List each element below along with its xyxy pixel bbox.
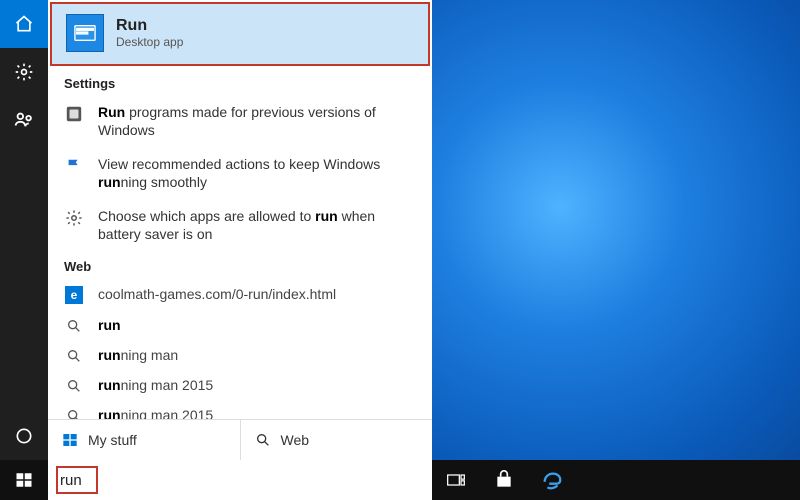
result-text: running man 2015 — [98, 376, 416, 394]
edge-icon: e — [64, 286, 84, 304]
taskbar-search-box[interactable] — [48, 460, 432, 500]
result-text: running man 2015 — [98, 406, 416, 419]
taskbar-app-edge[interactable] — [528, 460, 576, 500]
sidebar-home-button[interactable] — [0, 0, 48, 48]
result-text: coolmath-games.com/0-run/index.html — [98, 285, 416, 303]
section-header-settings: Settings — [48, 68, 432, 95]
best-match-text: Run Desktop app — [116, 17, 183, 49]
task-view-icon — [446, 472, 466, 488]
web-result[interactable]: running man — [48, 340, 432, 370]
gear-icon — [64, 209, 84, 227]
search-icon — [255, 432, 271, 448]
edge-icon — [541, 469, 563, 491]
task-view-button[interactable] — [432, 460, 480, 500]
home-icon — [14, 14, 34, 34]
store-icon — [494, 470, 514, 490]
result-text: View recommended actions to keep Windows… — [98, 155, 416, 191]
filter-label: My stuff — [88, 432, 137, 448]
sidebar-settings-button[interactable] — [0, 48, 48, 96]
taskbar — [0, 460, 800, 500]
best-match-subtitle: Desktop app — [116, 35, 183, 49]
filter-my-stuff[interactable]: My stuff — [48, 420, 240, 460]
search-results-panel: Run Desktop app Settings Run programs ma… — [48, 0, 432, 460]
taskbar-app-store[interactable] — [480, 460, 528, 500]
start-button[interactable] — [0, 460, 48, 500]
result-text: run — [98, 316, 416, 334]
sidebar-feedback-button[interactable] — [0, 96, 48, 144]
search-input[interactable] — [58, 471, 422, 490]
gear-icon — [14, 62, 34, 82]
result-text: running man — [98, 346, 416, 364]
result-text: Choose which apps are allowed to run whe… — [98, 207, 416, 243]
search-icon — [64, 348, 84, 364]
filter-web[interactable]: Web — [240, 420, 433, 460]
program-compat-icon — [64, 105, 84, 123]
flag-icon — [64, 157, 84, 175]
web-result[interactable]: e coolmath-games.com/0-run/index.html — [48, 278, 432, 310]
search-filters: My stuff Web — [48, 419, 432, 460]
best-match-result[interactable]: Run Desktop app — [50, 2, 430, 66]
cortana-icon — [14, 426, 34, 446]
windows-icon — [62, 432, 78, 448]
search-icon — [64, 318, 84, 334]
filter-label: Web — [281, 432, 310, 448]
best-match-title: Run — [116, 17, 183, 35]
settings-result[interactable]: View recommended actions to keep Windows… — [48, 147, 432, 199]
search-icon — [64, 408, 84, 419]
result-text: Run programs made for previous versions … — [98, 103, 416, 139]
web-result[interactable]: running man 2015 — [48, 370, 432, 400]
web-result[interactable]: run — [48, 310, 432, 340]
section-header-web: Web — [48, 251, 432, 278]
web-result[interactable]: running man 2015 — [48, 400, 432, 419]
sidebar-cortana-button[interactable] — [0, 412, 48, 460]
windows-icon — [15, 471, 33, 489]
feedback-icon — [13, 109, 35, 131]
search-icon — [64, 378, 84, 394]
settings-result[interactable]: Choose which apps are allowed to run whe… — [48, 199, 432, 251]
run-app-icon — [66, 14, 104, 52]
settings-result[interactable]: Run programs made for previous versions … — [48, 95, 432, 147]
cortana-sidebar — [0, 0, 48, 460]
